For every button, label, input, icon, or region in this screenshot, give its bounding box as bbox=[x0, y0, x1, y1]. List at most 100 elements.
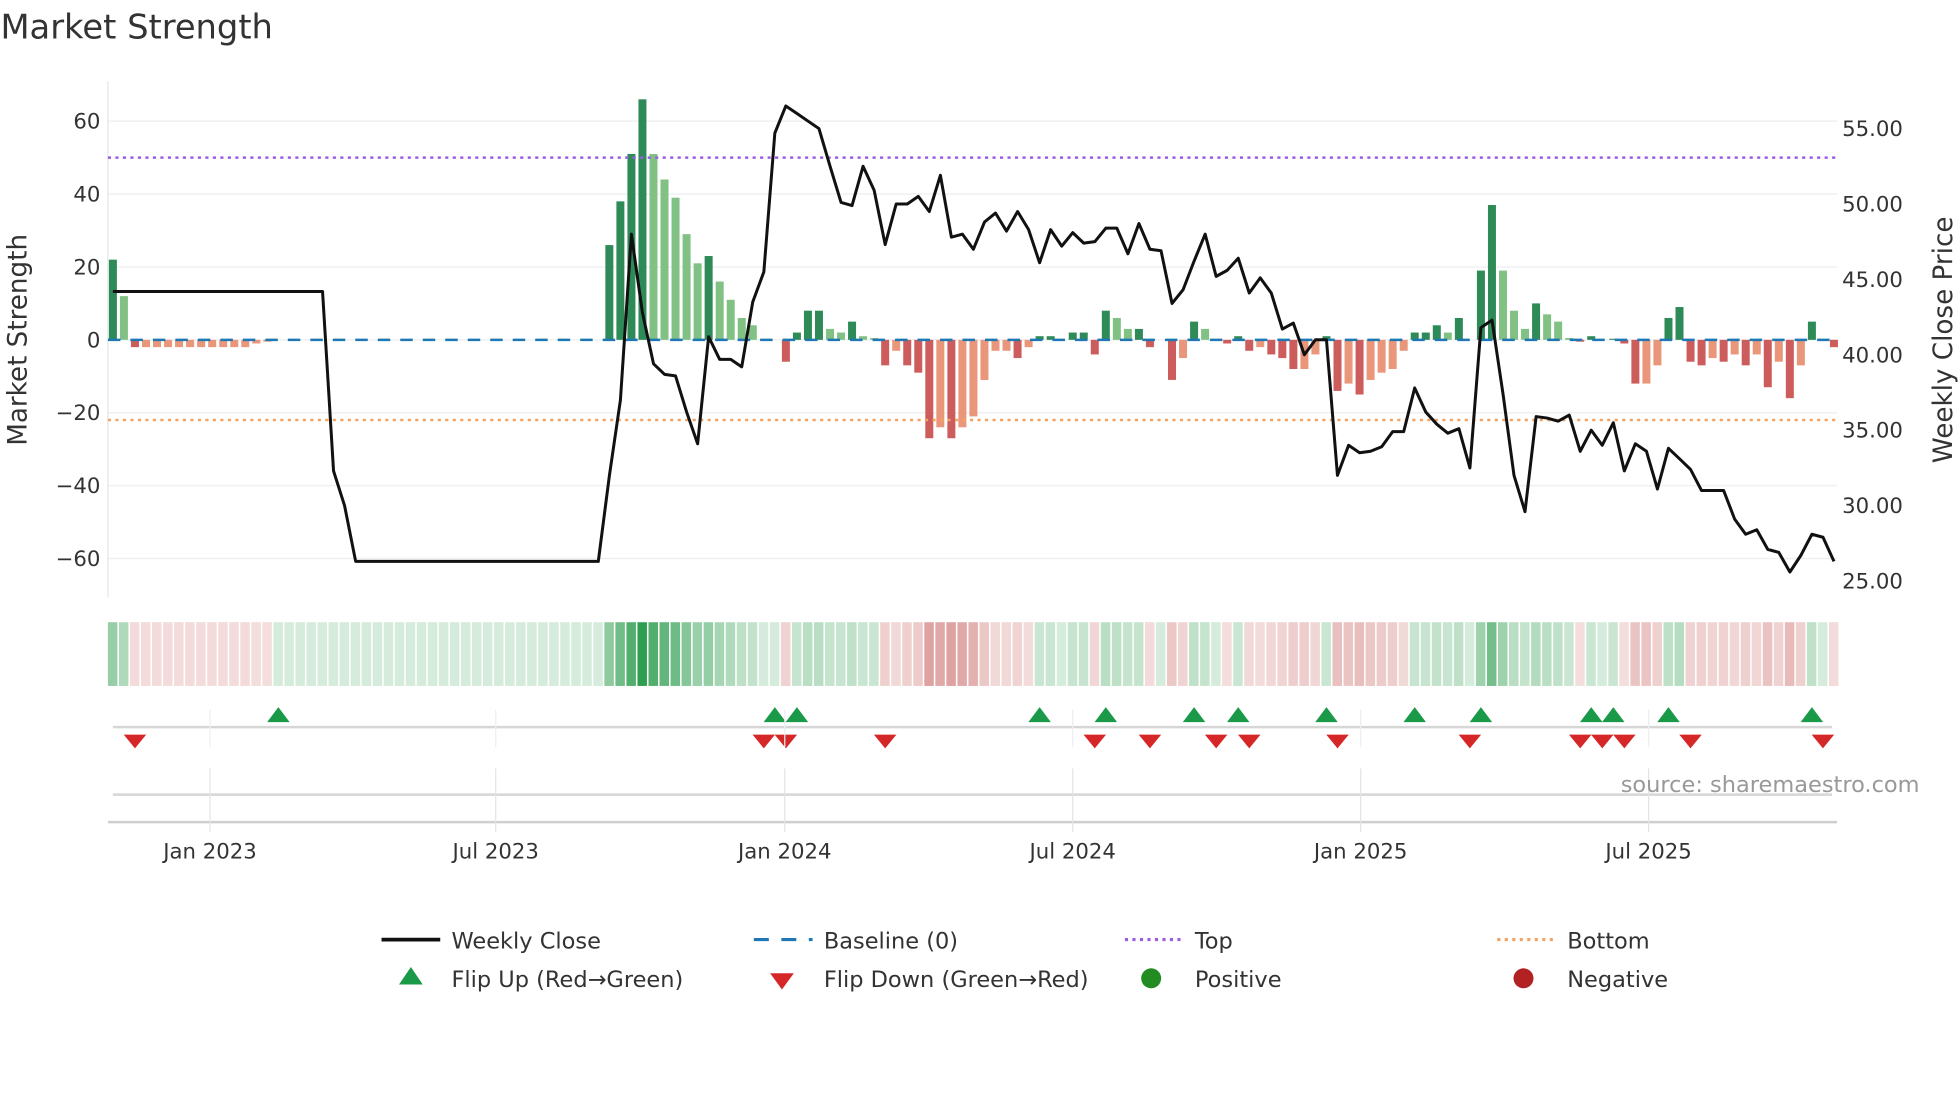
strip-cell bbox=[1674, 622, 1685, 686]
y2-tick-label: 45.00 bbox=[1842, 268, 1903, 293]
strip-cell bbox=[780, 622, 791, 686]
strength-bar bbox=[715, 281, 724, 340]
strip-cell bbox=[483, 622, 493, 686]
strip-cell bbox=[1089, 622, 1100, 686]
strip-cell bbox=[405, 622, 416, 686]
strip-cell bbox=[1255, 622, 1265, 686]
strip-cell bbox=[571, 622, 581, 686]
y-tick-label: 40 bbox=[73, 183, 100, 208]
legend-label: Top bbox=[1194, 928, 1233, 954]
strip-cell bbox=[1155, 622, 1166, 686]
strip-cell bbox=[107, 622, 118, 686]
strip-cell bbox=[1608, 622, 1618, 686]
flip-down-marker bbox=[1083, 734, 1107, 749]
strip-cell bbox=[1233, 622, 1243, 686]
legend-label: Baseline (0) bbox=[824, 928, 958, 954]
y-axis-ticks: 60 40 20 0 −20 −40 −60 55.00 50.00 45.00 40.00 35.0… bbox=[56, 110, 1903, 595]
strip-cell bbox=[1619, 622, 1629, 686]
strength-bar bbox=[1278, 339, 1287, 359]
flip-down-marker bbox=[1591, 734, 1614, 749]
flip-up-marker bbox=[763, 707, 787, 723]
strip-cell bbox=[1387, 622, 1398, 686]
strength-bar bbox=[958, 339, 967, 428]
strip-cell bbox=[516, 622, 526, 686]
strip-cell bbox=[1597, 622, 1607, 686]
strength-heat-strip bbox=[107, 622, 1839, 686]
strength-bar bbox=[1454, 317, 1463, 340]
strip-cell bbox=[240, 622, 250, 686]
strength-bars bbox=[108, 99, 1838, 439]
strip-cell bbox=[1277, 622, 1287, 686]
strip-cell bbox=[449, 622, 460, 686]
strip-cell bbox=[262, 622, 272, 686]
y2-tick-label: 40.00 bbox=[1842, 343, 1903, 368]
strip-cell bbox=[1520, 622, 1530, 686]
source-label: source: sharemaestro.com bbox=[1621, 772, 1920, 798]
strip-cell bbox=[1078, 622, 1089, 686]
strip-cell bbox=[427, 622, 438, 686]
strength-bar bbox=[1388, 339, 1397, 370]
y2-tick-label: 50.00 bbox=[1842, 192, 1903, 217]
strength-bar bbox=[1267, 339, 1276, 355]
strength-bar bbox=[803, 310, 812, 340]
flip-down-marker bbox=[1237, 734, 1261, 749]
y-axis-label: Market Strength bbox=[4, 234, 34, 446]
legend-item: Positive bbox=[1141, 967, 1282, 993]
strip-cell bbox=[383, 622, 394, 686]
strip-cell bbox=[1486, 622, 1497, 686]
strip-cell bbox=[1542, 622, 1552, 686]
strength-bar bbox=[892, 339, 901, 351]
strip-cell bbox=[593, 622, 603, 686]
strip-cell bbox=[1288, 622, 1298, 686]
strip-cell bbox=[791, 622, 802, 686]
strip-cell bbox=[648, 622, 658, 686]
strip-cell bbox=[802, 622, 813, 686]
flip-down-marker bbox=[1326, 734, 1349, 749]
flip-down-marker bbox=[873, 734, 897, 749]
strength-bar bbox=[108, 259, 117, 340]
legend-item: Flip Up (Red→Green) bbox=[399, 967, 683, 993]
strength-bar bbox=[748, 325, 757, 340]
strength-bar bbox=[781, 339, 790, 362]
strip-cell bbox=[1266, 622, 1276, 686]
strip-cell bbox=[825, 622, 835, 686]
flip-down-marker bbox=[1679, 734, 1702, 749]
strength-bar bbox=[649, 153, 658, 340]
market-strength-chart: Market Strength Market Strength Weekly C… bbox=[0, 8, 1959, 993]
strip-cell bbox=[1553, 622, 1563, 686]
flip-down-marker bbox=[1204, 734, 1228, 749]
strength-bar bbox=[1763, 339, 1772, 388]
x-tick-label: Jan 2024 bbox=[736, 839, 832, 864]
strip-cell bbox=[1244, 622, 1254, 686]
strip-cell bbox=[1630, 622, 1640, 686]
strip-cell bbox=[858, 622, 868, 686]
strip-cell bbox=[637, 622, 647, 686]
strip-cell bbox=[1475, 622, 1486, 686]
strength-bar bbox=[1785, 339, 1794, 399]
flip-markers-panel bbox=[112, 707, 1835, 796]
strength-bar bbox=[1289, 339, 1298, 370]
strip-cell bbox=[1828, 622, 1839, 686]
chart-title: Market Strength bbox=[0, 8, 272, 47]
strength-bar bbox=[682, 234, 691, 340]
strip-cell bbox=[1222, 622, 1232, 686]
strip-cell bbox=[1409, 622, 1420, 686]
strip-cell bbox=[1806, 622, 1817, 686]
strip-cell bbox=[1773, 622, 1784, 686]
strip-cell bbox=[604, 622, 614, 686]
strip-cell bbox=[1707, 622, 1718, 686]
strip-cell bbox=[813, 622, 824, 686]
strength-bar bbox=[1796, 339, 1805, 366]
strength-bar bbox=[693, 263, 702, 340]
strip-cell bbox=[1817, 622, 1828, 686]
strip-cell bbox=[1453, 622, 1464, 686]
strip-cell bbox=[902, 622, 912, 686]
strip-cell bbox=[703, 622, 714, 686]
strip-cell bbox=[1023, 622, 1034, 686]
strength-bar bbox=[1123, 328, 1132, 340]
legend-label: Flip Up (Red→Green) bbox=[451, 967, 683, 993]
strip-cell bbox=[196, 622, 206, 686]
strip-cell bbox=[1784, 622, 1795, 686]
legend-swatch-triangle-up-icon bbox=[399, 967, 423, 985]
strip-cell bbox=[1034, 622, 1045, 686]
